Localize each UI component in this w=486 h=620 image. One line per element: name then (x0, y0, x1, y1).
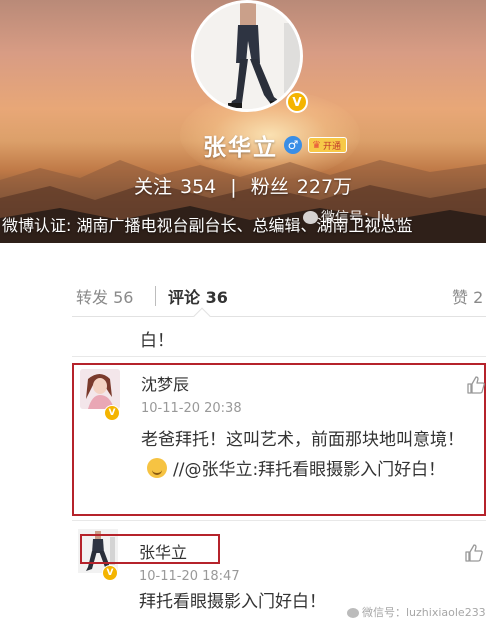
comment-text-repost: //@张华立:拜托看眼摄影入门好白！ (173, 460, 446, 480)
male-gender-icon: ♂ (284, 136, 302, 154)
profile-name-row: 张华立 ♂ ♛ 开通 (203, 131, 347, 161)
avatar-photo (80, 369, 120, 409)
comment-separator (72, 520, 486, 521)
commenter-avatar[interactable] (80, 369, 120, 409)
watermark-top-text: 微信号：lu... (321, 210, 404, 226)
profile-header: V 张华立 ♂ ♛ 开通 关注 354 | 粉丝 227万 微博认证: 湖南广播电视… (0, 0, 486, 243)
vip-badge-label: 开通 (322, 141, 341, 152)
followers-label[interactable]: 粉丝 (251, 176, 289, 198)
comment-separator (72, 356, 486, 357)
verified-badge-icon: V (286, 91, 308, 113)
comment-text-main: 老爸拜托！这叫艺术，前面那块地叫意境！ (141, 430, 464, 450)
stats-divider: | (230, 176, 237, 198)
verification-text: 微博认证: 湖南广播电视台副台长、总编辑、湖南卫视总监 (2, 216, 413, 235)
watermark-top: 微信号：lu... (303, 207, 403, 227)
comment-item: V 沈梦辰 10-11-20 20:38 老爸拜托！这叫艺术，前面那块地叫意境！… (72, 363, 486, 516)
profile-name: 张华立 (203, 135, 278, 161)
tab-comments[interactable]: 评论 36 (168, 284, 228, 308)
following-count[interactable]: 354 (180, 176, 216, 198)
profile-avatar[interactable] (191, 0, 303, 112)
verified-badge-icon: V (102, 565, 118, 581)
following-label[interactable]: 关注 (134, 176, 172, 198)
author-highlight-box (80, 534, 220, 564)
thumbs-up-icon[interactable] (466, 375, 486, 395)
watermark-bottom-text: 微信号：luzhixiaole233 (362, 606, 486, 619)
comment-author[interactable]: 沈梦辰 (141, 371, 189, 395)
comment-tabs: 转发 56 评论 36 赞 2 (72, 280, 486, 314)
tab-likes[interactable]: 赞 2 (452, 284, 483, 308)
comment-card: 转发 56 评论 36 赞 2 白！ V 沈梦辰 10-11-20 20:38 … (72, 266, 486, 620)
followers-count[interactable]: 227万 (297, 176, 352, 198)
tab-repost[interactable]: 转发 56 (76, 284, 133, 308)
vip-badge[interactable]: ♛ 开通 (308, 137, 347, 153)
thumbs-up-icon[interactable] (464, 543, 484, 563)
verified-badge-icon: V (104, 405, 120, 421)
wechat-icon (303, 211, 318, 224)
previous-comment-fragment: 白！ (140, 331, 174, 351)
profile-stats: 关注 354 | 粉丝 227万 (0, 172, 486, 199)
watermark-bottom: 微信号：luzhixiaole233 (347, 604, 486, 620)
comment-timestamp: 10-11-20 18:47 (139, 569, 240, 584)
tab-divider (155, 286, 156, 306)
crown-icon: ♛ (312, 139, 321, 151)
comment-timestamp: 10-11-20 20:38 (141, 401, 242, 416)
wechat-icon (347, 608, 359, 618)
grin-emoji-icon (147, 458, 167, 478)
comment-text: 老爸拜托！这叫艺术，前面那块地叫意境！ //@张华立:拜托看眼摄影入门好白！ (141, 425, 481, 485)
tabs-underline (72, 316, 486, 317)
